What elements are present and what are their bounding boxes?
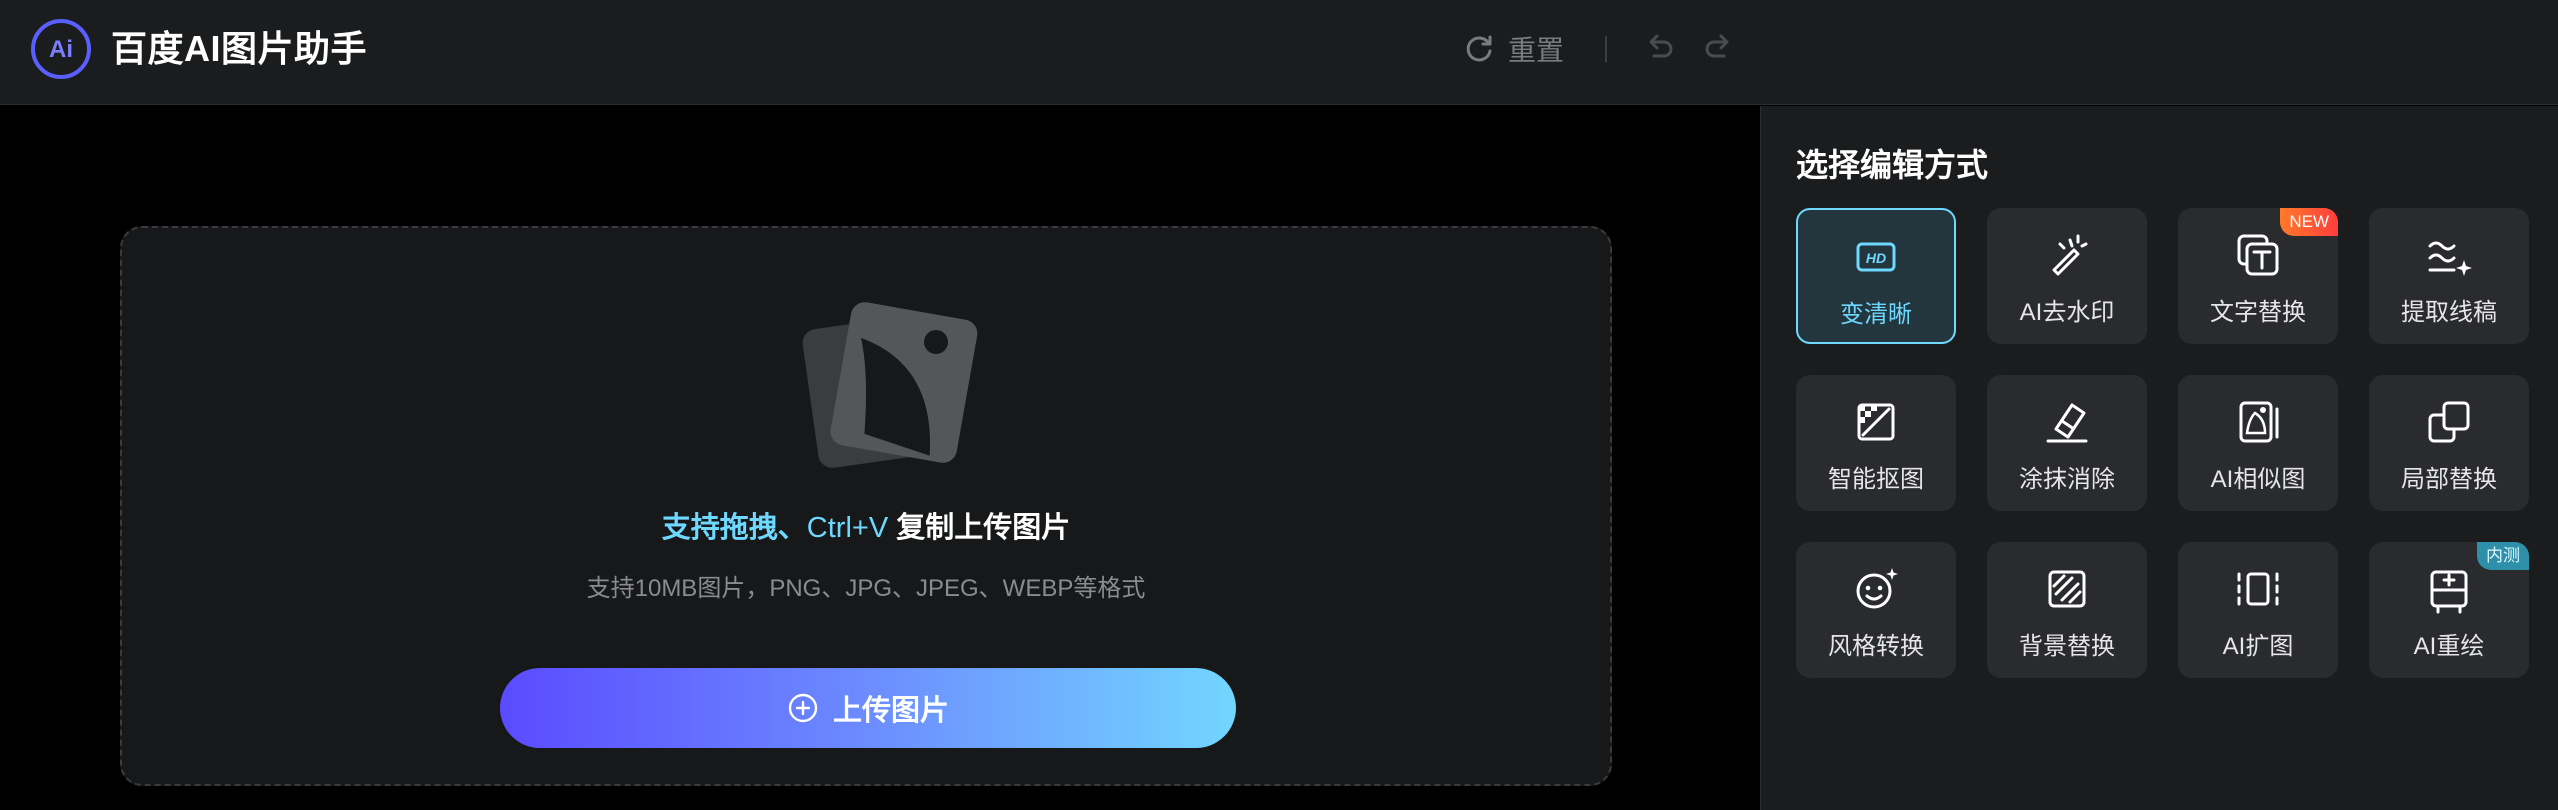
reset-label: 重置 [1508,35,1565,66]
tool-label: 文字替换 [2210,299,2306,326]
tool-grid: HD 变清晰 AI去水印 文字替换 NEW 提取线稿 智能抠图 涂抹消除 AI相… [1796,208,2536,678]
expand-image-icon [2233,564,2283,614]
tool-label: 提取线稿 [2401,299,2497,326]
tool-label: 局部替换 [2401,466,2497,493]
header-divider [1605,36,1607,62]
eraser-icon [2042,397,2092,447]
tool-partial-replace[interactable]: 局部替换 [2369,375,2529,511]
tool-label: 变清晰 [1840,301,1912,328]
photo-stack-icon [802,302,978,468]
panel-title: 选择编辑方式 [1796,147,1989,183]
tool-smudge-erase[interactable]: 涂抹消除 [1987,375,2147,511]
tool-ai-expand[interactable]: AI扩图 [2178,542,2338,678]
refresh-icon [1466,35,1492,62]
new-badge: NEW [2280,208,2338,236]
redraw-icon [2424,564,2474,614]
upload-hint: 支持拖拽、Ctrl+V 复制上传图片 [122,508,1610,548]
undo-button[interactable] [1642,30,1676,64]
undo-icon [1649,34,1673,58]
partial-replace-icon [2424,397,2474,447]
tool-ai-similar-image[interactable]: AI相似图 [2178,375,2338,511]
upload-image-button[interactable]: 上传图片 [500,668,1236,748]
tool-text-replace[interactable]: 文字替换 NEW [2178,208,2338,344]
tool-label: AI相似图 [2210,466,2306,493]
tool-label: 涂抹消除 [2019,466,2115,493]
reset-button[interactable]: 重置 [1462,28,1564,70]
style-transfer-icon [1851,564,1901,614]
beta-badge: 内测 [2477,542,2529,570]
tool-background-replace[interactable]: 背景替换 [1987,542,2147,678]
tool-label: AI去水印 [2019,299,2115,326]
tool-ai-redraw[interactable]: AI重绘 内测 [2369,542,2529,678]
svg-text:Ai: Ai [49,36,73,63]
plus-circle-icon [788,693,818,723]
tool-smart-cutout[interactable]: 智能抠图 [1796,375,1956,511]
background-replace-icon [2042,564,2092,614]
edit-panel: 选择编辑方式 HD 变清晰 AI去水印 文字替换 NEW 提取线稿 智能抠图 涂… [1760,106,2558,810]
magic-wand-icon [2042,230,2092,280]
tool-style-transfer[interactable]: 风格转换 [1796,542,1956,678]
sketch-lines-icon [2424,230,2474,280]
similar-image-icon [2233,397,2283,447]
tool-label: 风格转换 [1828,633,1924,660]
upload-button-label: 上传图片 [832,695,949,727]
tool-ai-watermark-removal[interactable]: AI去水印 [1987,208,2147,344]
format-note: 支持10MB图片，PNG、JPG、JPEG、WEBP等格式 [586,575,1146,602]
tool-label: 背景替换 [2019,633,2115,660]
cutout-icon [1851,397,1901,447]
ai-logo-icon[interactable]: Ai [31,19,91,79]
image-canvas: 支持拖拽、Ctrl+V 复制上传图片 支持10MB图片，PNG、JPG、JPEG… [0,106,1760,810]
hint-drag: 支持拖拽、 [661,512,807,544]
svg-text:HD: HD [1866,250,1886,266]
upload-dropzone[interactable]: 支持拖拽、Ctrl+V 复制上传图片 支持10MB图片，PNG、JPG、JPEG… [120,226,1612,786]
top-header: Ai 百度AI图片助手 重置 [0,0,2558,105]
hint-copy-upload: 复制上传图片 [888,512,1071,544]
hint-ctrlv: Ctrl+V [806,512,889,544]
tool-label: 智能抠图 [1828,466,1924,493]
redo-button[interactable] [1702,30,1736,64]
app-title: 百度AI图片助手 [111,28,368,69]
text-replace-icon [2233,230,2283,280]
hd-icon: HD [1851,232,1901,282]
tool-label: AI重绘 [2413,633,2485,660]
tool-enhance-clarity[interactable]: HD 变清晰 [1796,208,1956,344]
tool-extract-lineart[interactable]: 提取线稿 [2369,208,2529,344]
tool-label: AI扩图 [2222,633,2294,660]
redo-icon [1705,34,1729,58]
